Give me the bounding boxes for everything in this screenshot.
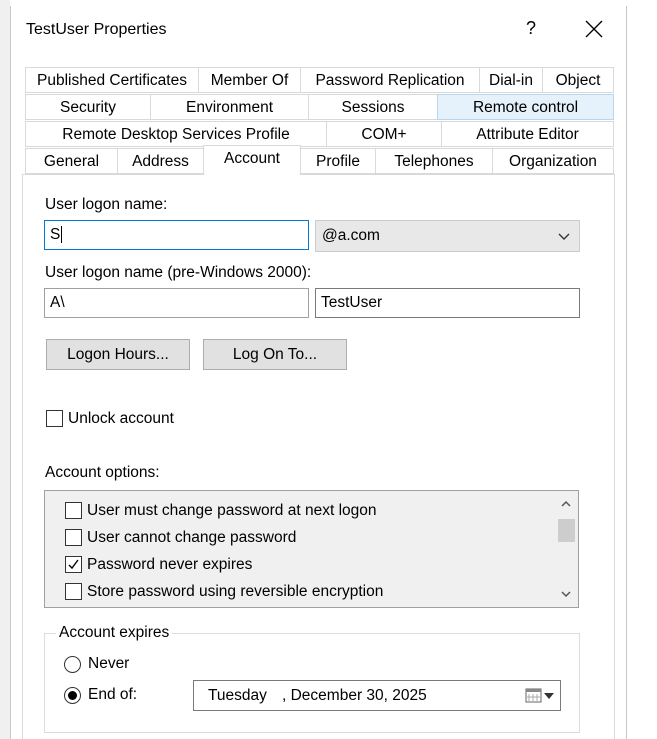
window-title: TestUser Properties [26,21,167,38]
scrollbar-thumb[interactable] [558,519,575,542]
help-button[interactable]: ? [519,18,543,39]
scroll-down-icon[interactable] [560,589,572,599]
logon-hours-button[interactable]: Logon Hours... [46,339,190,370]
date-value[interactable]: , December 30, 2025 [282,681,427,710]
log-on-to-button[interactable]: Log On To... [203,339,347,370]
option-label: Store password using reversible encrypti… [87,583,384,600]
tab-account[interactable]: Account [203,145,301,175]
pre2000-domain-field: A\ [44,288,309,318]
expires-never-radio[interactable] [64,656,81,673]
tab-dial-in[interactable]: Dial-in [479,67,543,93]
tab-published-certificates[interactable]: Published Certificates [25,67,199,93]
tab-password-replication[interactable]: Password Replication [300,67,480,93]
tab-telephones[interactable]: Telephones [375,148,493,174]
scroll-up-icon[interactable] [560,499,572,509]
expires-end-of-radio[interactable] [64,687,81,704]
chevron-down-icon [558,233,570,240]
upn-suffix-value: @a.com [322,227,380,244]
expires-end-of-label: End of: [88,686,138,703]
option-checkbox[interactable] [65,556,82,573]
option-checkbox[interactable] [65,529,82,546]
tab-profile[interactable]: Profile [300,148,376,174]
tab-remote-desktop-services-profile[interactable]: Remote Desktop Services Profile [25,121,327,147]
expires-never-label: Never [88,655,130,672]
close-button[interactable] [581,16,607,42]
pre2000-username-input[interactable]: TestUser [315,288,580,318]
option-checkbox[interactable] [65,583,82,600]
unlock-account-label: Unlock account [68,410,174,427]
option-label: Password never expires [87,556,253,573]
tab-sessions[interactable]: Sessions [308,94,438,120]
option-label: User must change password at next logon [87,502,377,519]
text-caret [61,226,63,244]
options-scrollbar[interactable] [554,491,578,607]
calendar-icon[interactable] [525,687,543,703]
tab-general[interactable]: General [25,148,118,174]
tab-security[interactable]: Security [25,94,151,120]
account-expires-title: Account expires [56,624,173,642]
upn-suffix-select[interactable]: @a.com [315,220,580,252]
tab-member-of[interactable]: Member Of [198,67,301,93]
pre2000-label: User logon name (pre-Windows 2000): [45,264,312,281]
tab-environment[interactable]: Environment [150,94,309,120]
tab-com-plus[interactable]: COM+ [326,121,442,147]
tab-address[interactable]: Address [117,148,204,174]
date-day[interactable]: Tuesday [208,681,267,710]
desktop-background [0,0,10,739]
checkmark-icon [68,559,79,570]
tab-attribute-editor[interactable]: Attribute Editor [441,121,614,147]
logon-name-value: S [50,226,61,243]
option-checkbox[interactable] [65,502,82,519]
tab-object[interactable]: Object [542,67,614,93]
tab-organization[interactable]: Organization [492,148,614,174]
logon-name-input[interactable]: S [44,220,309,250]
close-icon [585,20,603,38]
logon-name-label: User logon name: [45,196,168,213]
account-options-list[interactable]: User must change password at next logon … [44,490,579,608]
tab-remote-control[interactable]: Remote control [437,94,614,120]
account-options-label: Account options: [45,464,160,481]
expiry-date-picker[interactable]: Tuesday , December 30, 2025 [193,680,561,711]
unlock-account-checkbox[interactable] [46,410,63,427]
option-label: User cannot change password [87,529,297,546]
dropdown-arrow-icon[interactable] [544,693,554,699]
radio-dot [68,691,77,700]
